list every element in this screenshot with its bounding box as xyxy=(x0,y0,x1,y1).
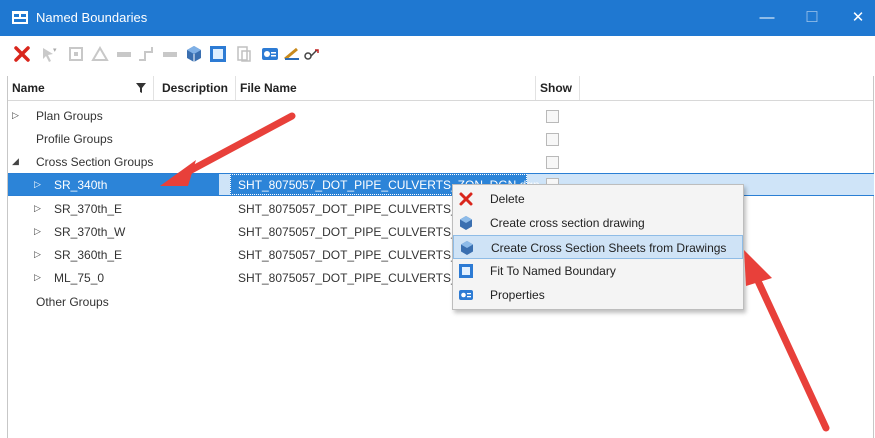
toolbar: ▾ xyxy=(6,40,866,70)
properties-icon xyxy=(459,290,473,300)
tree-row-sr-370th-e[interactable]: ▷ SR_370th_E SHT_8075057_DOT_PIPE_CULVER… xyxy=(8,198,874,221)
menu-item-label: Create cross section drawing xyxy=(490,216,645,230)
expand-icon[interactable]: ▷ xyxy=(34,272,41,283)
row-label: SR_340th xyxy=(54,178,108,192)
column-file-name-label: File Name xyxy=(240,81,297,95)
tree-row-plan-groups[interactable]: ▷ Plan Groups xyxy=(8,105,874,128)
tree-row-sr-360th-e[interactable]: ▷ SR_360th_E SHT_8075057_DOT_PIPE_CULVER… xyxy=(8,244,874,267)
show-checkbox[interactable] xyxy=(546,156,559,169)
expand-icon[interactable]: ▷ xyxy=(34,179,41,190)
expand-icon[interactable]: ▷ xyxy=(34,203,41,214)
column-description[interactable]: Description xyxy=(158,76,236,100)
delete-icon[interactable] xyxy=(12,44,32,64)
show-checkbox[interactable] xyxy=(546,133,559,146)
tree-row-sr-340th[interactable]: ▷ SR_340th SHT_8075057_DOT_PIPE_CULVERTS… xyxy=(8,173,874,196)
tool-icon-5[interactable] xyxy=(114,44,134,64)
filter-icon[interactable] xyxy=(136,83,146,93)
row-label: Cross Section Groups xyxy=(36,155,154,169)
row-file-name: SHT_8075057_DOT_PIPE_CULVERTS_ZO xyxy=(238,271,475,285)
properties-icon[interactable] xyxy=(260,44,280,64)
menu-item-label: Delete xyxy=(490,192,525,206)
menu-item-label: Create Cross Section Sheets from Drawing… xyxy=(491,241,727,255)
row-file-name: SHT_8075057_DOT_PIPE_CULVERTS_ZO xyxy=(238,225,475,239)
menu-item-label: Fit To Named Boundary xyxy=(490,264,616,278)
named-boundaries-icon xyxy=(12,11,28,24)
row-label: Profile Groups xyxy=(36,132,113,146)
row-label: Plan Groups xyxy=(36,109,103,123)
link-icon[interactable] xyxy=(302,44,322,64)
tree-row-sr-370th-w[interactable]: ▷ SR_370th_W SHT_8075057_DOT_PIPE_CULVER… xyxy=(8,221,874,244)
column-show-label: Show xyxy=(540,81,572,95)
tool-icon-10[interactable] xyxy=(234,44,254,64)
cube-icon[interactable] xyxy=(184,44,204,64)
menu-item-label: Properties xyxy=(490,288,545,302)
row-label: SR_370th_E xyxy=(54,202,123,216)
menu-item-fit-to-named-boundary[interactable]: Fit To Named Boundary xyxy=(453,259,743,283)
window-title: Named Boundaries xyxy=(36,10,148,25)
tool-icon-7[interactable] xyxy=(160,44,180,64)
cube-icon xyxy=(461,241,473,255)
fit-icon xyxy=(459,264,473,278)
column-name-label: Name xyxy=(12,81,45,95)
column-file-name[interactable]: File Name xyxy=(236,76,536,100)
column-name[interactable]: Name xyxy=(8,76,154,100)
row-label: SR_370th_W xyxy=(54,225,126,239)
menu-item-properties[interactable]: Properties xyxy=(453,283,743,307)
maximize-button[interactable]: ☐ xyxy=(797,7,827,29)
menu-item-create-cross-section-sheets[interactable]: Create Cross Section Sheets from Drawing… xyxy=(453,235,743,259)
row-file-name: SHT_8075057_DOT_PIPE_CULVERTS_ZO xyxy=(238,248,475,262)
row-label: SR_360th_E xyxy=(54,248,123,262)
expand-icon[interactable]: ▷ xyxy=(12,110,19,121)
context-menu: Delete Create cross section drawing Crea… xyxy=(452,184,744,310)
menu-item-create-cross-section-drawing[interactable]: Create cross section drawing xyxy=(453,211,743,235)
row-label: Other Groups xyxy=(36,295,109,309)
close-button[interactable]: ✕ xyxy=(843,7,873,29)
tree-row-profile-groups[interactable]: Profile Groups xyxy=(8,128,874,151)
expand-icon[interactable]: ▷ xyxy=(34,249,41,260)
tool-icon-2[interactable]: ▾ xyxy=(38,44,58,64)
tree-row-other-groups[interactable]: Other Groups xyxy=(8,291,874,314)
cube-icon xyxy=(460,216,472,230)
tool-icon-6[interactable] xyxy=(136,44,156,64)
column-header: Name Description File Name Show xyxy=(8,76,874,101)
delete-icon xyxy=(459,192,473,206)
tree-row-ml-75-0[interactable]: ▷ ML_75_0 SHT_8075057_DOT_PIPE_CULVERTS_… xyxy=(8,267,874,290)
column-show[interactable]: Show xyxy=(536,76,580,100)
row-label: ML_75_0 xyxy=(54,271,105,285)
fit-icon[interactable] xyxy=(208,44,228,64)
svg-text:▾: ▾ xyxy=(53,47,57,54)
show-checkbox[interactable] xyxy=(546,110,559,123)
pencil-icon[interactable] xyxy=(282,44,302,64)
collapse-icon[interactable]: ◢ xyxy=(12,156,19,167)
tool-icon-3[interactable] xyxy=(66,44,86,64)
column-description-label: Description xyxy=(162,81,229,95)
title-bar: Named Boundaries — ☐ ✕ xyxy=(0,0,875,36)
expand-icon[interactable]: ▷ xyxy=(34,226,41,237)
menu-item-delete[interactable]: Delete xyxy=(453,187,743,211)
row-file-name: SHT_8075057_DOT_PIPE_CULVERTS_ZO xyxy=(238,202,475,216)
minimize-button[interactable]: — xyxy=(752,7,782,29)
tree-row-cross-section-groups[interactable]: ◢ Cross Section Groups xyxy=(8,151,874,174)
tool-icon-4[interactable] xyxy=(90,44,110,64)
